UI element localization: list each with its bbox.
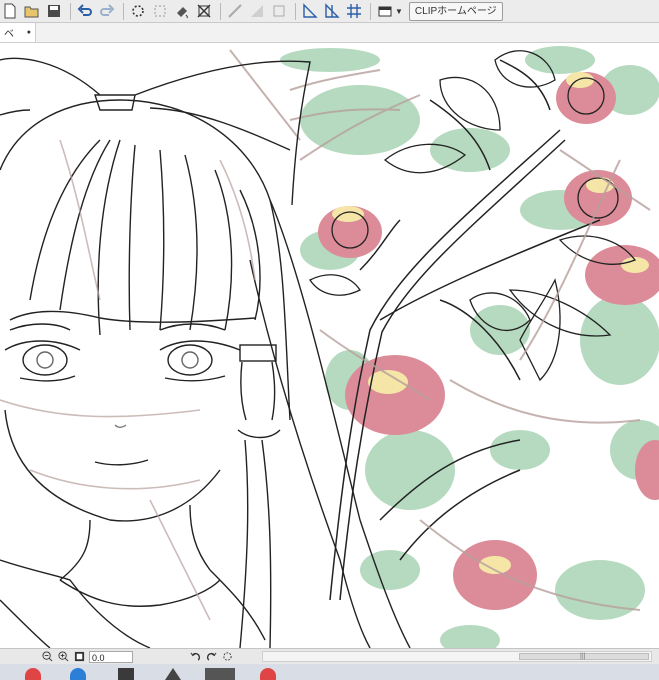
transform-icon[interactable] — [150, 1, 170, 21]
scrollbar-grip: ||| — [580, 653, 586, 660]
drawing-canvas[interactable] — [0, 43, 659, 648]
horizontal-scrollbar[interactable]: ||| — [262, 651, 652, 662]
taskbar-active-app-icon[interactable] — [205, 668, 235, 680]
os-taskbar — [0, 664, 659, 680]
fill-icon[interactable] — [172, 1, 192, 21]
canvas-tab-label: ベ — [4, 29, 14, 40]
perspective-icon[interactable] — [300, 1, 320, 21]
zoom-out-icon[interactable] — [40, 650, 54, 663]
status-bar: 0.0 ||| — [0, 648, 659, 664]
snap-ruler-icon[interactable] — [225, 1, 245, 21]
redo-icon[interactable] — [97, 1, 117, 21]
snap-grid-icon[interactable] — [247, 1, 267, 21]
canvas-tab[interactable]: ベ ● — [0, 23, 36, 42]
taskbar-app-icon[interactable] — [118, 668, 134, 680]
rotate-left-icon[interactable] — [188, 650, 202, 663]
canvas-tab-bar: ベ ● — [0, 23, 659, 43]
crop-icon[interactable] — [194, 1, 214, 21]
zoom-value-field[interactable]: 0.0 — [89, 650, 133, 663]
snap-special-icon[interactable] — [269, 1, 289, 21]
toolbar-separator — [220, 2, 221, 20]
taskbar-app-icon[interactable] — [70, 668, 86, 680]
selection-launcher-icon[interactable] — [128, 1, 148, 21]
toolbar-separator — [70, 2, 71, 20]
artwork — [0, 46, 659, 648]
toolbar-separator — [295, 2, 296, 20]
taskbar-app-icon[interactable] — [260, 668, 276, 680]
undo-icon[interactable] — [75, 1, 95, 21]
taskbar-app-icon[interactable] — [165, 668, 181, 680]
taskbar-app-icon[interactable] — [25, 668, 41, 680]
open-icon[interactable] — [22, 1, 42, 21]
screen-layout-icon[interactable] — [375, 1, 395, 21]
main-toolbar: ▼ CLIPホームページ — [0, 0, 659, 23]
grid-icon[interactable] — [344, 1, 364, 21]
chevron-down-icon[interactable]: ▼ — [395, 7, 403, 16]
rotate-right-icon[interactable] — [204, 650, 218, 663]
symmetry-icon[interactable] — [322, 1, 342, 21]
save-icon[interactable] — [44, 1, 64, 21]
toolbar-separator — [123, 2, 124, 20]
fit-screen-icon[interactable] — [72, 650, 86, 663]
toolbar-separator — [370, 2, 371, 20]
reset-rotation-icon[interactable] — [220, 650, 234, 663]
zoom-in-icon[interactable] — [56, 650, 70, 663]
new-icon[interactable] — [0, 1, 20, 21]
clip-homepage-button[interactable]: CLIPホームページ — [408, 1, 503, 21]
modified-dot-icon: ● — [26, 29, 31, 36]
scrollbar-thumb[interactable]: ||| — [519, 653, 649, 660]
